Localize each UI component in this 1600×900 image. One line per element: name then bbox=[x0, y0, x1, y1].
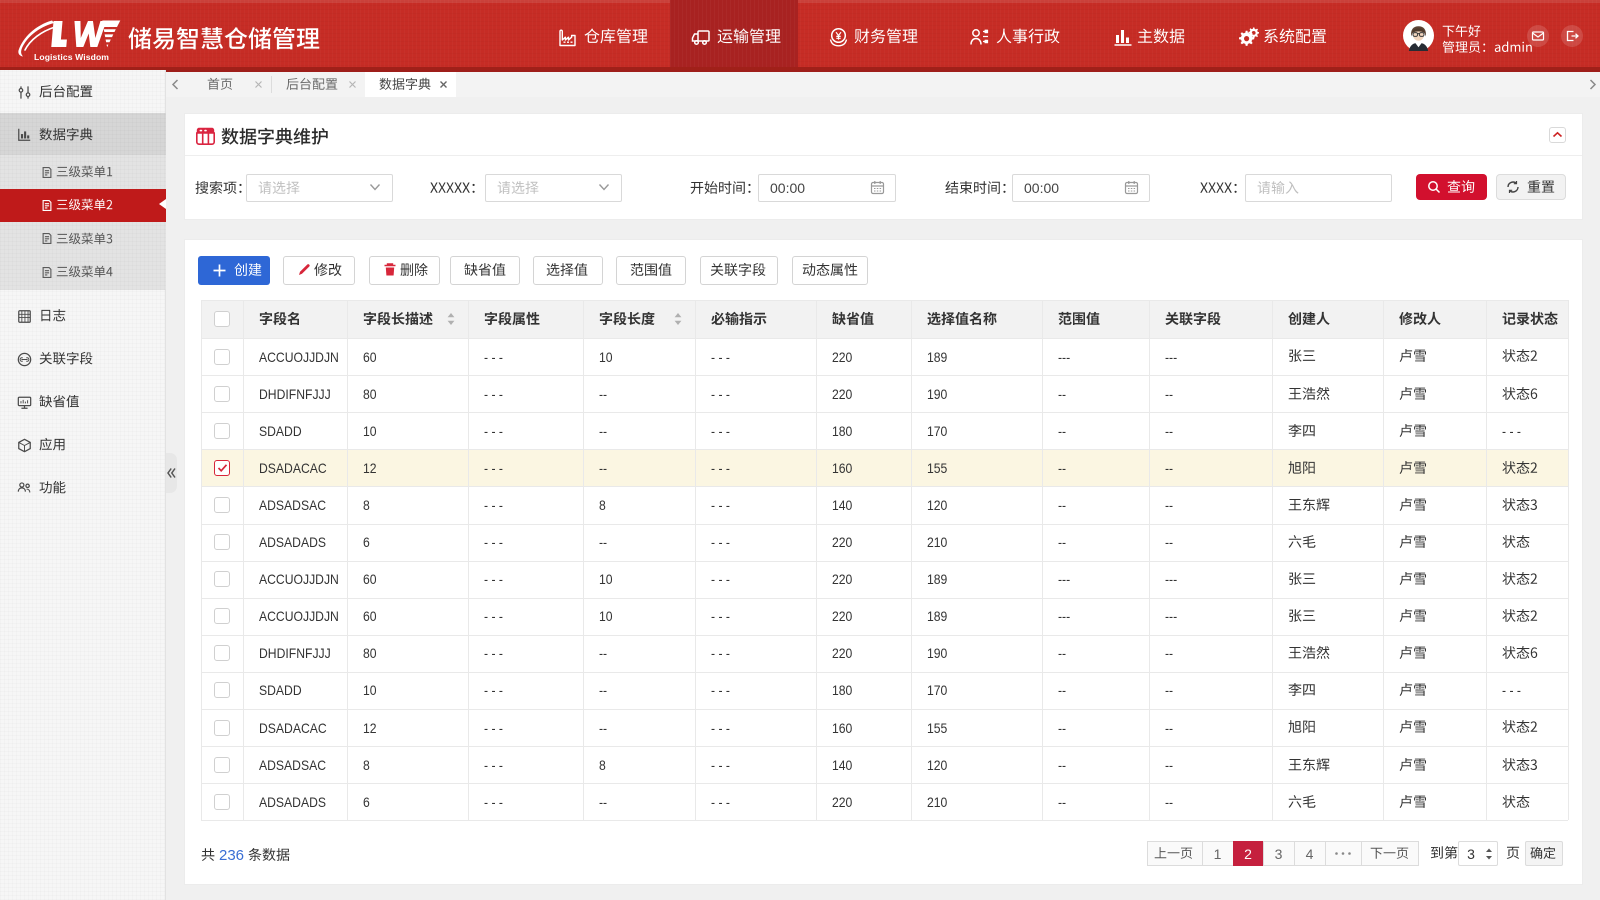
svg-text:Logistics Wisdom: Logistics Wisdom bbox=[34, 52, 109, 62]
